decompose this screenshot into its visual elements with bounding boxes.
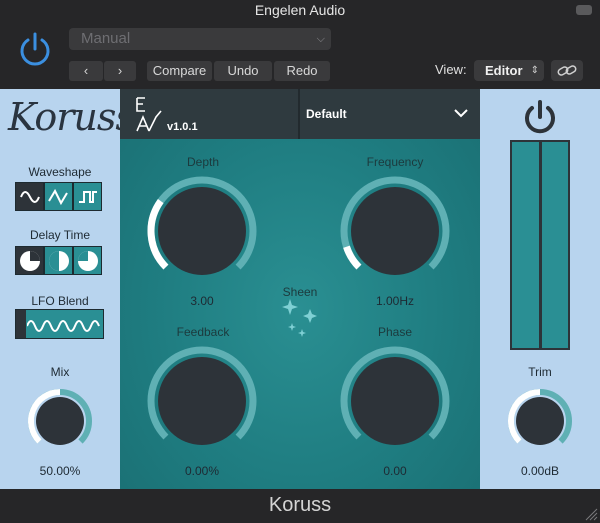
left-panel: Koruss Waveshape Delay Time LFO Blend Mi… xyxy=(0,89,135,489)
delay-half-button[interactable] xyxy=(44,246,73,275)
feedback-value: 0.00% xyxy=(184,464,220,478)
power-icon[interactable] xyxy=(16,30,54,68)
frequency-label: Frequency xyxy=(366,155,424,169)
delay-quarter-button[interactable] xyxy=(73,246,102,275)
phase-label: Phase xyxy=(377,325,413,339)
plugin-logo: Koruss xyxy=(8,95,135,139)
plugin-ui: Koruss Waveshape Delay Time LFO Blend Mi… xyxy=(0,89,600,489)
preset-select-value: Manual xyxy=(81,30,131,47)
phase-knob[interactable] xyxy=(339,345,451,457)
sparkle-icon xyxy=(282,299,317,337)
delay-time-label: Delay Time xyxy=(29,228,91,242)
waveshape-square-button[interactable] xyxy=(73,182,102,211)
view-select-value: Editor xyxy=(485,63,523,78)
lfo-blend-label: LFO Blend xyxy=(31,294,89,308)
window-title: Engelen Audio xyxy=(254,2,346,18)
meter-channel-divider xyxy=(539,142,542,348)
window-control[interactable] xyxy=(576,5,592,15)
ea-logo-icon xyxy=(136,97,162,132)
link-button[interactable] xyxy=(551,60,583,81)
compare-button[interactable]: Compare xyxy=(147,61,212,81)
delay-time-selector xyxy=(15,246,102,275)
three-quarter-circle-icon xyxy=(19,250,40,271)
mix-label: Mix xyxy=(50,365,70,379)
trim-knob[interactable] xyxy=(504,385,576,457)
triangle-wave-icon xyxy=(47,188,68,205)
redo-button[interactable]: Redo xyxy=(274,61,330,81)
knob-body xyxy=(351,357,439,445)
lfo-blend-handle[interactable] xyxy=(16,310,26,338)
feedback-label: Feedback xyxy=(176,325,230,339)
depth-knob[interactable] xyxy=(146,175,258,287)
depth-label: Depth xyxy=(186,155,220,169)
mix-value: 50.00% xyxy=(39,464,81,478)
half-circle-icon xyxy=(48,250,69,271)
knob-body xyxy=(158,187,246,275)
host-header: Engelen Audio Manual ⌵ ‹ › Compare Undo … xyxy=(0,0,600,89)
up-down-icon: ⇕ xyxy=(530,65,539,76)
previous-preset-button[interactable]: ‹ xyxy=(69,61,103,81)
footer-bar: Koruss xyxy=(0,489,600,523)
bypass-power-icon[interactable] xyxy=(522,99,558,135)
trim-value: 0.00dB xyxy=(520,464,560,478)
next-preset-button[interactable]: › xyxy=(104,61,136,81)
frequency-value: 1.00Hz xyxy=(375,294,415,308)
mix-knob[interactable] xyxy=(24,385,96,457)
view-select[interactable]: Editor ⇕ xyxy=(474,60,544,81)
chevron-down-icon: ⌵ xyxy=(316,33,325,45)
link-icon xyxy=(557,65,577,76)
sheen-label: Sheen xyxy=(282,285,318,299)
trim-label: Trim xyxy=(528,365,552,379)
sheen-toggle[interactable] xyxy=(280,299,322,339)
chevron-down-icon xyxy=(454,109,468,118)
resize-grip-icon[interactable] xyxy=(584,507,598,521)
quarter-circle-icon xyxy=(77,250,98,271)
plugin-preset-select[interactable] xyxy=(300,89,480,139)
depth-value: 3.00 xyxy=(190,294,214,308)
version-label: v1.0.1 xyxy=(167,121,198,133)
waveshape-selector xyxy=(15,182,102,211)
lfo-wave-icon xyxy=(27,320,100,332)
feedback-knob[interactable] xyxy=(146,345,258,457)
sine-wave-icon xyxy=(19,190,40,203)
preset-select[interactable]: Manual ⌵ xyxy=(69,28,331,50)
lfo-blend-slider[interactable] xyxy=(15,309,104,339)
delay-three-quarter-button[interactable] xyxy=(15,246,44,275)
frequency-knob[interactable] xyxy=(339,175,451,287)
level-meter xyxy=(510,140,570,350)
knob-body xyxy=(351,187,439,275)
knob-body xyxy=(158,357,246,445)
square-wave-icon xyxy=(78,190,97,203)
view-label: View: xyxy=(435,62,467,77)
waveshape-sine-button[interactable] xyxy=(15,182,44,211)
phase-value: 0.00 xyxy=(383,464,407,478)
waveshape-label: Waveshape xyxy=(28,165,92,179)
knob-body xyxy=(36,397,84,445)
undo-button[interactable]: Undo xyxy=(214,61,272,81)
waveshape-triangle-button[interactable] xyxy=(44,182,73,211)
plugin-topbar: v1.0.1 Default xyxy=(120,89,480,139)
knob-body xyxy=(516,397,564,445)
footer-title: Koruss xyxy=(268,494,332,516)
